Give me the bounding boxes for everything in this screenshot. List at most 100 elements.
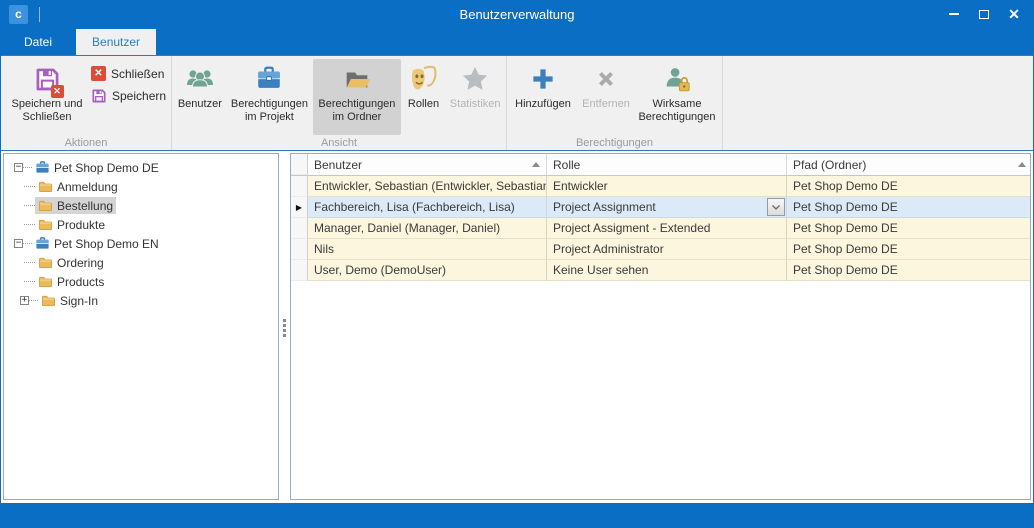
row-indicator-cell	[291, 260, 308, 281]
grid-row-user-demo[interactable]: User, Demo (DemoUser) Keine User sehen P…	[291, 260, 1030, 281]
project-briefcase-icon	[35, 160, 50, 175]
panel-splitter[interactable]	[280, 153, 290, 500]
cell-benutzer[interactable]: Fachbereich, Lisa (Fachbereich, Lisa)	[308, 197, 547, 218]
cell-pfad[interactable]: Pet Shop Demo DE	[787, 218, 1030, 239]
plus-icon	[529, 62, 557, 96]
benutzer-view-button[interactable]: Benutzer	[174, 59, 226, 135]
permissions-in-folder-button[interactable]: Berechtigungen im Ordner	[313, 59, 400, 135]
cell-benutzer[interactable]: Entwickler, Sebastian (Entwickler, Sebas…	[308, 176, 547, 197]
wirksame-berechtigungen-button[interactable]: Wirksame Berechtigungen	[635, 59, 719, 135]
briefcase-icon	[254, 62, 284, 96]
masks-icon	[408, 62, 438, 96]
expand-expander-icon[interactable]: +	[20, 296, 29, 305]
grid-header-row: Benutzer Rolle Pfad (Ordner)	[291, 154, 1030, 176]
cell-rolle[interactable]: Keine User sehen	[547, 260, 787, 281]
quick-access-divider	[39, 7, 40, 22]
column-header-label: Rolle	[553, 158, 580, 172]
rollen-button[interactable]: Rollen	[401, 59, 447, 135]
chevron-down-icon	[772, 205, 780, 210]
tree-node-pet-shop-demo-en[interactable]: − Pet Shop Demo EN	[4, 234, 278, 253]
content-area: − Pet Shop Demo DE	[1, 150, 1033, 503]
cell-pfad[interactable]: Pet Shop Demo DE	[787, 239, 1030, 260]
permissions-in-project-label: Berechtigungen im Projekt	[226, 98, 313, 124]
close-editor-button[interactable]: ✕ Schließen	[91, 66, 166, 81]
cell-rolle[interactable]: Entwickler	[547, 176, 787, 197]
tree-node-ordering[interactable]: Ordering	[4, 253, 278, 272]
project-briefcase-icon	[35, 236, 50, 251]
cell-pfad[interactable]: Pet Shop Demo DE	[787, 197, 1030, 218]
column-header-rolle[interactable]: Rolle	[547, 154, 787, 175]
cell-rolle[interactable]: Project Assigment - Extended	[547, 218, 787, 239]
app-window: c Benutzerverwaltung ✕ Datei Benutzer	[0, 0, 1034, 528]
tree-node-sign-in[interactable]: + Sign-In	[4, 291, 278, 310]
sort-ascending-icon	[532, 162, 540, 167]
group-label-ansicht: Ansicht	[172, 137, 506, 149]
tab-datei[interactable]: Datei	[8, 29, 68, 55]
tree-node-anmeldung[interactable]: Anmeldung	[4, 177, 278, 196]
column-header-label: Pfad (Ordner)	[793, 158, 866, 172]
collapse-expander-icon[interactable]: −	[14, 239, 23, 248]
rolle-dropdown-button[interactable]	[767, 198, 785, 216]
folder-icon	[38, 274, 53, 289]
tree-connector	[24, 205, 35, 206]
benutzer-view-label: Benutzer	[178, 98, 222, 111]
row-indicator-arrow-icon: ▶	[296, 203, 302, 212]
save-button[interactable]: Speichern	[91, 88, 166, 104]
row-indicator-cell	[291, 218, 308, 239]
red-x-badge-icon: ✕	[51, 85, 64, 98]
rollen-label: Rollen	[408, 98, 439, 111]
star-icon	[460, 62, 490, 96]
tree-node-label: Pet Shop Demo DE	[54, 161, 159, 175]
grid-row-entwickler[interactable]: Entwickler, Sebastian (Entwickler, Sebas…	[291, 176, 1030, 197]
window-controls: ✕	[939, 0, 1029, 28]
remove-x-icon	[592, 62, 620, 96]
user-lock-icon	[662, 62, 692, 96]
hinzufuegen-button[interactable]: Hinzufügen	[509, 59, 577, 135]
tree-connector	[23, 167, 32, 168]
cell-pfad[interactable]: Pet Shop Demo DE	[787, 260, 1030, 281]
row-indicator-cell	[291, 239, 308, 260]
tree-node-label: Produkte	[57, 218, 105, 232]
tree-connector	[24, 186, 35, 187]
maximize-button[interactable]	[969, 0, 999, 28]
permissions-in-project-button[interactable]: Berechtigungen im Projekt	[226, 59, 313, 135]
ribbon-group-aktionen: ✕ Speichern und Schließen ✕ Schließen	[1, 56, 172, 150]
save-and-close-label: Speichern und Schließen	[7, 98, 87, 124]
permissions-in-folder-label: Berechtigungen im Ordner	[313, 98, 400, 124]
app-icon[interactable]: c	[9, 5, 28, 24]
cell-rolle[interactable]: Project Administrator	[547, 239, 787, 260]
folder-icon	[38, 255, 53, 270]
grid-header-gutter	[291, 154, 308, 175]
tree-node-products[interactable]: Products	[4, 272, 278, 291]
cell-pfad[interactable]: Pet Shop Demo DE	[787, 176, 1030, 197]
tree-node-bestellung-selected[interactable]: Bestellung	[4, 196, 278, 215]
tree-node-label: Anmeldung	[57, 180, 118, 194]
cell-benutzer[interactable]: Manager, Daniel (Manager, Daniel)	[308, 218, 547, 239]
folder-icon	[38, 179, 53, 194]
title-bar: c Benutzerverwaltung ✕	[1, 0, 1033, 28]
minimize-button[interactable]	[939, 0, 969, 28]
folder-tree-panel: − Pet Shop Demo DE	[3, 153, 279, 500]
grid-row-manager[interactable]: Manager, Daniel (Manager, Daniel) Projec…	[291, 218, 1030, 239]
cell-rolle-editor[interactable]: Project Assignment	[547, 197, 787, 218]
grid-row-fachbereich-selected[interactable]: ▶ Fachbereich, Lisa (Fachbereich, Lisa) …	[291, 197, 1030, 218]
save-close-icon: ✕	[34, 62, 61, 96]
statistiken-button: Statistiken	[446, 59, 504, 135]
tree-connector	[24, 224, 35, 225]
collapse-expander-icon[interactable]: −	[14, 163, 23, 172]
tab-benutzer[interactable]: Benutzer	[76, 29, 156, 55]
grid-row-nils[interactable]: Nils Project Administrator Pet Shop Demo…	[291, 239, 1030, 260]
column-header-pfad[interactable]: Pfad (Ordner)	[787, 154, 1030, 175]
cell-benutzer[interactable]: User, Demo (DemoUser)	[308, 260, 547, 281]
save-and-close-button[interactable]: ✕ Speichern und Schließen	[7, 59, 87, 135]
ribbon-tab-strip: Datei Benutzer	[1, 28, 1033, 55]
column-header-benutzer[interactable]: Benutzer	[308, 154, 547, 175]
tree-node-pet-shop-demo-de[interactable]: − Pet Shop Demo DE	[4, 158, 278, 177]
close-button[interactable]: ✕	[999, 0, 1029, 28]
cell-benutzer[interactable]: Nils	[308, 239, 547, 260]
row-indicator-cell	[291, 176, 308, 197]
tree-node-produkte[interactable]: Produkte	[4, 215, 278, 234]
folder-icon	[38, 217, 53, 232]
group-label-aktionen: Aktionen	[1, 137, 171, 149]
tree-node-label: Ordering	[57, 256, 104, 270]
